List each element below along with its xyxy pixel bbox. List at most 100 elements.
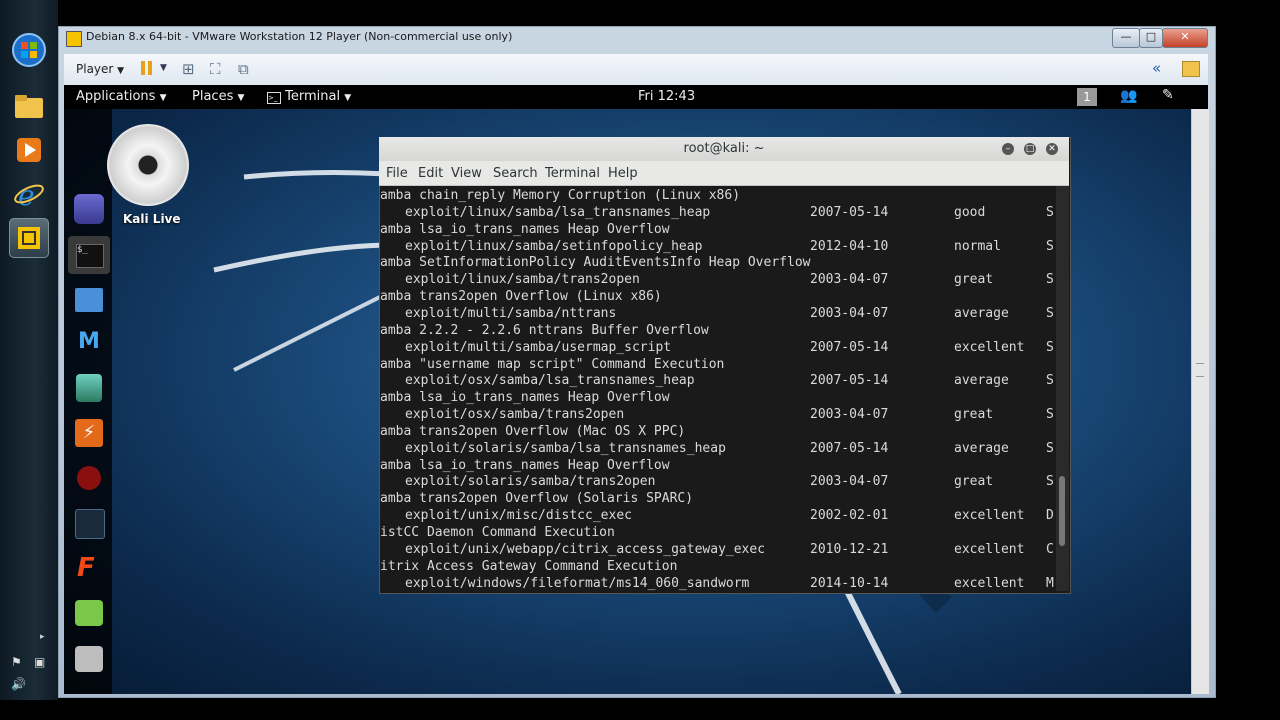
menu-terminal[interactable]: Terminal [545, 166, 600, 181]
library-folder-icon[interactable] [1182, 61, 1200, 77]
module-description: amba chain_reply Memory Corruption (Linu… [380, 188, 741, 203]
explorer-folder-icon[interactable] [9, 86, 49, 126]
module-rank: average [954, 305, 1009, 321]
terminal-icon: >_ [267, 92, 281, 104]
module-rank: average [954, 373, 1009, 389]
module-check: S [1046, 440, 1054, 456]
module-disclosure-date: 2002-02-01 [810, 508, 889, 524]
start-orb-icon[interactable] [9, 30, 49, 70]
terminal-scrollbar[interactable] [1056, 186, 1069, 591]
beef-hacker-icon[interactable] [76, 374, 102, 402]
kali-live-label: Kali Live [123, 212, 181, 226]
module-disclosure-date: 2014-10-14 [810, 575, 889, 591]
terminal-scrollbar-thumb[interactable] [1059, 476, 1065, 546]
module-description: amba lsa_io_trans_names Heap Overflow [380, 457, 670, 473]
terminal-output[interactable]: amba chain_reply Memory Corruption (Linu… [380, 186, 1055, 591]
kali-live-disc-icon[interactable] [107, 124, 189, 206]
pause-icon[interactable] [140, 61, 154, 75]
module-check: M [1046, 575, 1054, 591]
module-description: amba "username map script" Command Execu… [380, 356, 725, 372]
network-icon[interactable]: ▣ [34, 655, 45, 669]
chevron-down-icon: ▼ [237, 93, 245, 103]
vm-scrollbar[interactable] [1191, 109, 1209, 694]
volume-icon[interactable]: 🔊 [11, 677, 26, 691]
terminal-minimize-icon[interactable]: – [1002, 143, 1014, 155]
module-description: amba trans2open Overflow (Solaris SPARC) [380, 491, 694, 507]
terminal-maximize-icon[interactable]: □ [1024, 143, 1036, 155]
dash-terminal-active[interactable]: $_ [68, 236, 110, 274]
metasploit-armitage-icon[interactable] [74, 194, 104, 224]
module-path: exploit/multi/samba/nttrans [405, 305, 617, 321]
module-path: exploit/osx/samba/trans2open [405, 407, 625, 423]
chevron-down-icon: ▼ [117, 66, 125, 76]
pause-dropdown-icon[interactable]: ▼ [160, 63, 167, 73]
vmware-player-icon[interactable] [9, 218, 49, 258]
module-disclosure-date: 2007-05-14 [810, 440, 889, 456]
terminal-icon: $_ [76, 244, 104, 268]
module-rank: excellent [954, 541, 1025, 557]
vmware-logo-icon [66, 31, 82, 47]
module-path: exploit/linux/samba/lsa_transnames_heap [405, 204, 711, 220]
module-check: S [1046, 272, 1054, 288]
workspace-indicator[interactable]: 1 [1077, 88, 1097, 106]
module-disclosure-date: 2010-12-21 [810, 541, 889, 557]
show-applications-icon[interactable] [75, 646, 103, 672]
svg-text:e: e [18, 179, 35, 212]
module-path: exploit/linux/samba/trans2open [405, 272, 640, 288]
close-button[interactable]: ✕ [1162, 28, 1208, 48]
module-path: exploit/solaris/samba/lsa_transnames_hea… [405, 440, 726, 456]
module-disclosure-date: 2003-04-07 [810, 272, 889, 288]
chevron-down-icon: ▼ [159, 93, 167, 103]
menu-edit[interactable]: Edit [418, 166, 443, 181]
collapse-library-icon[interactable]: « [1152, 59, 1161, 77]
player-menu-button[interactable]: Player ▼ [76, 62, 124, 76]
text-editor-icon[interactable] [75, 600, 103, 626]
files-folder-icon[interactable] [75, 288, 103, 312]
chevron-down-icon: ▼ [344, 93, 352, 103]
vmware-toolbar: Player ▼ ▼ ⊞ ⛶ ⧉ « [64, 54, 1208, 86]
module-check: D [1046, 508, 1054, 524]
module-check: S [1046, 407, 1054, 423]
faraday-icon[interactable] [77, 466, 101, 490]
flag-icon[interactable]: ⚑ [11, 655, 22, 669]
internet-explorer-icon[interactable]: e [9, 174, 49, 214]
terminal-app-menu[interactable]: >_ Terminal ▼ [267, 89, 351, 104]
module-check: C [1046, 541, 1054, 557]
module-description: amba lsa_io_trans_names Heap Overflow [380, 221, 670, 237]
places-menu[interactable]: Places ▼ [192, 89, 244, 104]
module-description: amba 2.2.2 - 2.2.6 nttrans Buffer Overfl… [380, 322, 709, 338]
metasploit-icon[interactable]: M [76, 329, 102, 357]
applications-menu[interactable]: Applications ▼ [76, 89, 166, 104]
module-disclosure-date: 2003-04-07 [810, 474, 889, 490]
users-icon[interactable]: 👥 [1120, 88, 1137, 104]
clock[interactable]: Fri 12:43 [638, 89, 695, 104]
menu-search[interactable]: Search [493, 166, 538, 181]
menu-file[interactable]: File [386, 166, 408, 181]
windows-taskbar: e ▸ ⚑ ▣ 🔊 [0, 0, 58, 700]
module-disclosure-date: 2003-04-07 [810, 407, 889, 423]
unity-mode-icon[interactable]: ⧉ [238, 60, 249, 78]
module-rank: good [954, 204, 986, 220]
media-player-icon[interactable] [9, 130, 49, 170]
terminal-close-icon[interactable]: ✕ [1046, 143, 1058, 155]
kali-menu-dragon-icon[interactable]: ✎ [1162, 87, 1174, 103]
module-path: exploit/windows/fileformat/ms14_060_sand… [405, 575, 750, 591]
maltego-icon[interactable] [75, 509, 105, 539]
show-hidden-icons-arrow-icon[interactable]: ▸ [40, 632, 45, 642]
menu-help[interactable]: Help [608, 166, 638, 181]
module-rank: excellent [954, 508, 1025, 524]
armitage-f-icon[interactable]: F [77, 553, 101, 583]
send-ctrl-alt-del-icon[interactable]: ⊞ [182, 60, 195, 78]
module-rank: great [954, 474, 994, 490]
menu-view[interactable]: View [451, 166, 482, 181]
burpsuite-icon[interactable]: ⚡ [75, 419, 103, 447]
maximize-button[interactable]: □ [1139, 28, 1163, 48]
terminal-titlebar[interactable]: root@kali: ~ – □ ✕ [379, 137, 1069, 161]
module-disclosure-date: 2003-04-07 [810, 305, 889, 321]
module-path: exploit/unix/webapp/citrix_access_gatewa… [405, 541, 766, 557]
fit-guest-icon[interactable]: ⛶ [210, 60, 221, 78]
module-disclosure-date: 2012-04-10 [810, 238, 889, 254]
module-rank: great [954, 407, 994, 423]
minimize-button[interactable]: — [1112, 28, 1140, 48]
module-description: amba SetInformationPolicy AuditEventsInf… [380, 255, 811, 271]
